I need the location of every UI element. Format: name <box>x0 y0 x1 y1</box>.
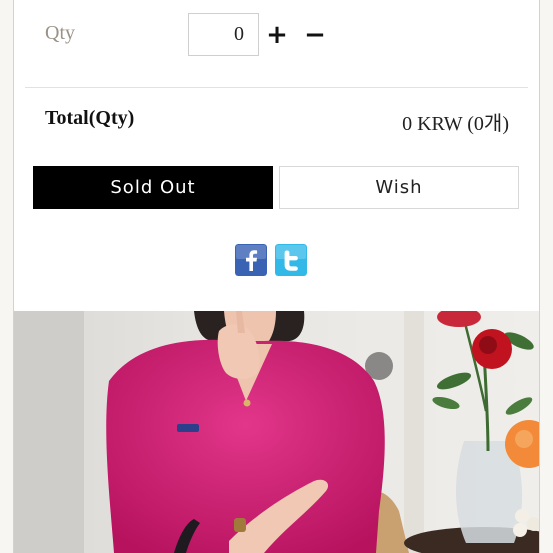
product-panel: Qty 0 + − Total(Qty) 0 KRW (0개) Sold Out… <box>13 0 540 553</box>
sold-out-button[interactable]: Sold Out <box>33 166 273 209</box>
facebook-icon[interactable] <box>235 244 267 276</box>
twitter-icon[interactable] <box>275 244 307 276</box>
qty-label: Qty <box>45 22 75 44</box>
qty-increase-button[interactable]: + <box>262 18 292 52</box>
qty-decrease-button[interactable]: − <box>300 18 330 52</box>
qty-input[interactable]: 0 <box>188 13 259 56</box>
total-label: Total(Qty) <box>45 107 135 129</box>
product-photo <box>14 311 539 553</box>
wish-button[interactable]: Wish <box>279 166 519 209</box>
total-value: 0 KRW (0개) <box>402 113 509 135</box>
divider <box>25 87 528 88</box>
quantity-row: Qty 0 + − <box>14 0 539 86</box>
social-share <box>235 244 307 276</box>
